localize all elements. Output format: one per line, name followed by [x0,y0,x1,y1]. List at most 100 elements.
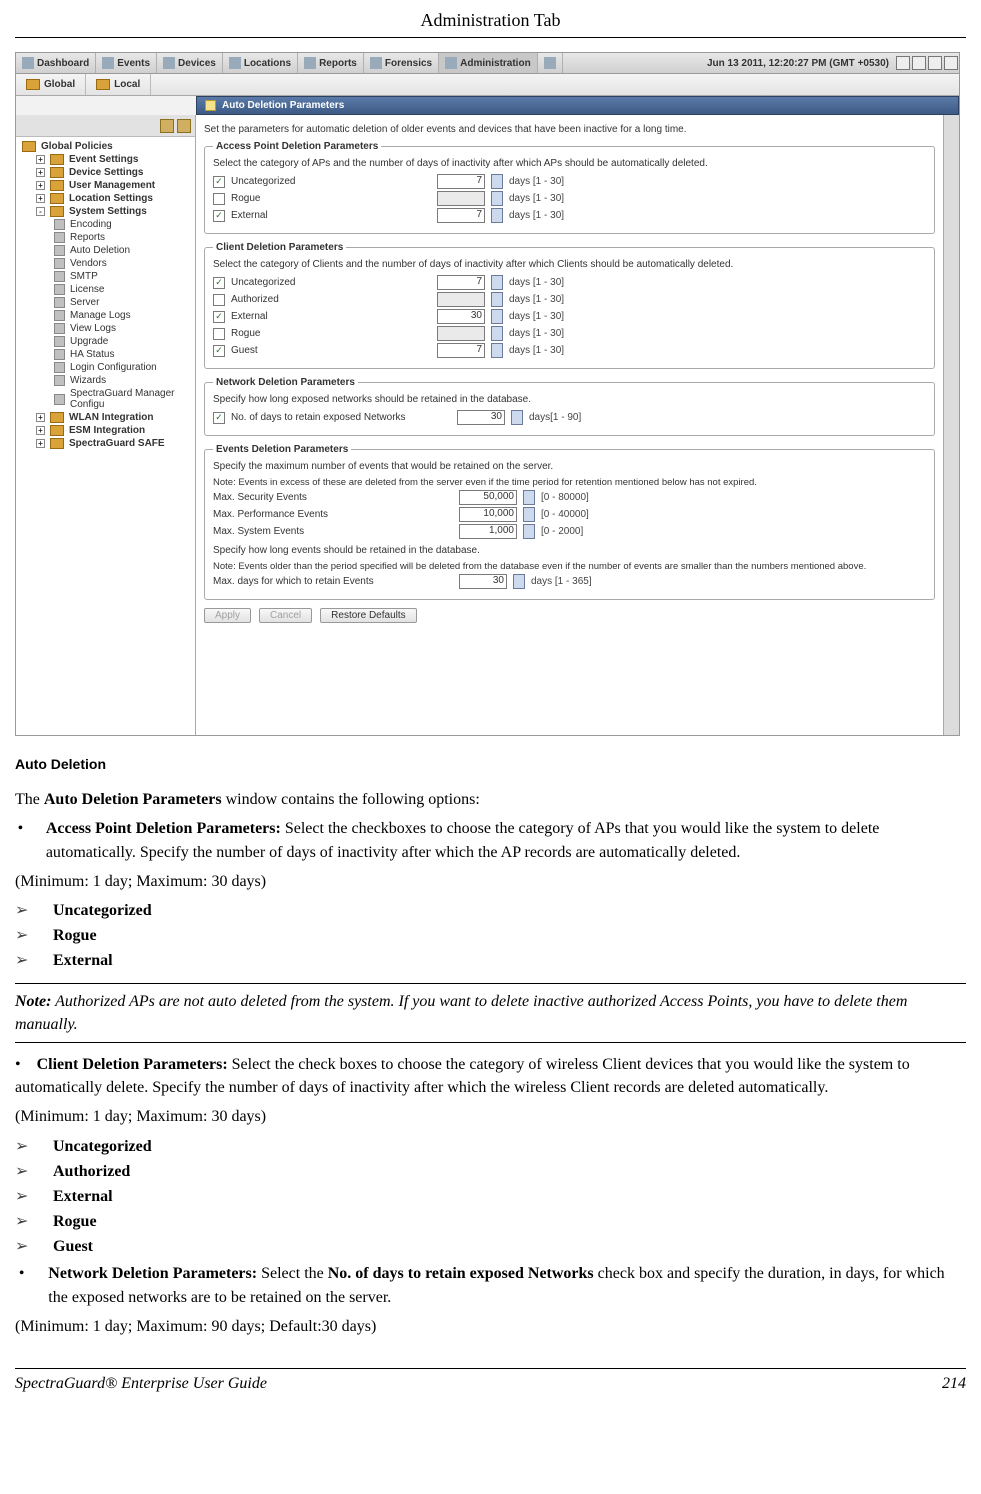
checkbox[interactable]: ✓ [213,345,225,357]
client-row-uncategorized: ✓Uncategorized7days [1 - 30] [213,275,926,290]
sidebar-item-auto-deletion[interactable]: Auto Deletion [18,244,193,257]
checkbox[interactable]: ✓ [213,176,225,188]
cancel-button[interactable]: Cancel [259,608,312,623]
tool-icon[interactable] [160,119,174,133]
checkbox[interactable] [213,294,225,306]
expander-icon[interactable]: + [36,168,45,177]
spinner[interactable] [491,343,503,358]
sidebar-group-system-settings[interactable]: -System Settings [18,205,193,218]
sidebar-item-sg-manager-config[interactable]: SpectraGuard Manager Configu [18,387,193,411]
sidebar-group-esm[interactable]: +ESM Integration [18,424,193,437]
sidebar-group-user-management[interactable]: +User Management [18,179,193,192]
tab-extra[interactable] [538,53,563,73]
sidebar-item-encoding[interactable]: Encoding [18,218,193,231]
tool-icon[interactable] [177,119,191,133]
days-input[interactable] [437,326,485,341]
tab-administration[interactable]: Administration [439,53,538,73]
expander-icon[interactable]: + [36,439,45,448]
days-input[interactable]: 30 [437,309,485,324]
checkbox[interactable]: ✓ [213,311,225,323]
window-button[interactable] [912,56,926,70]
expander-icon[interactable]: - [36,207,45,216]
sidebar-item-upgrade[interactable]: Upgrade [18,335,193,348]
sidebar-group-location-settings[interactable]: +Location Settings [18,192,193,205]
spinner[interactable] [523,490,535,505]
days-input[interactable]: 7 [437,208,485,223]
sidebar-item-login-config[interactable]: Login Configuration [18,361,193,374]
spinner[interactable] [491,309,503,324]
days-input[interactable] [437,292,485,307]
tab-locations[interactable]: Locations [223,53,298,73]
checkbox[interactable] [213,193,225,205]
spinner[interactable] [491,208,503,223]
sidebar-item-server[interactable]: Server [18,296,193,309]
button-bar: Apply Cancel Restore Defaults [204,608,935,623]
expander-icon[interactable]: + [36,155,45,164]
scope-local[interactable]: Local [86,74,151,95]
days-input[interactable]: 30 [457,410,505,425]
sidebar-label: SpectraGuard Manager Configu [70,388,191,410]
sidebar-group-safe[interactable]: +SpectraGuard SAFE [18,437,193,450]
expander-icon[interactable]: + [36,181,45,190]
row-hint: days [1 - 30] [509,311,564,322]
tab-reports[interactable]: Reports [298,53,364,73]
intro-text: Set the parameters for automatic deletio… [204,124,935,135]
spinner[interactable] [491,326,503,341]
scope-global[interactable]: Global [16,74,86,95]
sidebar-label: Vendors [70,258,107,269]
checkbox[interactable]: ✓ [213,277,225,289]
leaf-icon [54,245,65,256]
tab-events[interactable]: Events [96,53,157,73]
section-desc: Specify how long events should be retain… [213,545,926,556]
page-header-title: Administration Tab [15,10,966,38]
window-button[interactable] [944,56,958,70]
restore-defaults-button[interactable]: Restore Defaults [320,608,416,623]
sidebar-item-smtp[interactable]: SMTP [18,270,193,283]
checkbox[interactable]: ✓ [213,210,225,222]
spinner[interactable] [523,507,535,522]
sidebar-item-ha-status[interactable]: HA Status [18,348,193,361]
checkbox[interactable] [213,328,225,340]
tab-forensics[interactable]: Forensics [364,53,439,73]
sidebar-label: Event Settings [69,154,138,165]
days-input[interactable] [437,191,485,206]
days-input[interactable]: 30 [459,574,507,589]
sidebar-item-wizards[interactable]: Wizards [18,374,193,387]
expander-icon[interactable]: + [36,194,45,203]
sidebar-item-license[interactable]: License [18,283,193,296]
sidebar-item-reports[interactable]: Reports [18,231,193,244]
sidebar-group-device-settings[interactable]: +Device Settings [18,166,193,179]
spinner[interactable] [513,574,525,589]
count-input[interactable]: 10,000 [459,507,517,522]
spinner[interactable] [491,292,503,307]
arrow-icon: ➢ [15,949,33,972]
checkbox[interactable]: ✓ [213,412,225,424]
scrollbar[interactable] [943,115,959,735]
sidebar-group-event-settings[interactable]: + Event Settings [18,153,193,166]
spinner[interactable] [491,174,503,189]
window-button[interactable] [928,56,942,70]
row-label: Rogue [231,328,431,339]
sidebar-item-vendors[interactable]: Vendors [18,257,193,270]
days-input[interactable]: 7 [437,275,485,290]
count-input[interactable]: 50,000 [459,490,517,505]
days-input[interactable]: 7 [437,343,485,358]
spinner[interactable] [523,524,535,539]
sidebar-group-wlan[interactable]: +WLAN Integration [18,411,193,424]
panel-titlebar: Auto Deletion Parameters [196,96,959,115]
days-input[interactable]: 7 [437,174,485,189]
spinner[interactable] [491,275,503,290]
count-input[interactable]: 1,000 [459,524,517,539]
apply-button[interactable]: Apply [204,608,251,623]
sidebar-item-view-logs[interactable]: View Logs [18,322,193,335]
sidebar-root[interactable]: Global Policies [18,140,193,153]
expander-icon[interactable]: + [36,413,45,422]
spinner[interactable] [511,410,523,425]
window-button[interactable] [896,56,910,70]
tab-devices[interactable]: Devices [157,53,223,73]
arrow-icon: ➢ [15,899,33,922]
sidebar-item-manage-logs[interactable]: Manage Logs [18,309,193,322]
expander-icon[interactable]: + [36,426,45,435]
tab-dashboard[interactable]: Dashboard [16,53,96,73]
spinner[interactable] [491,191,503,206]
